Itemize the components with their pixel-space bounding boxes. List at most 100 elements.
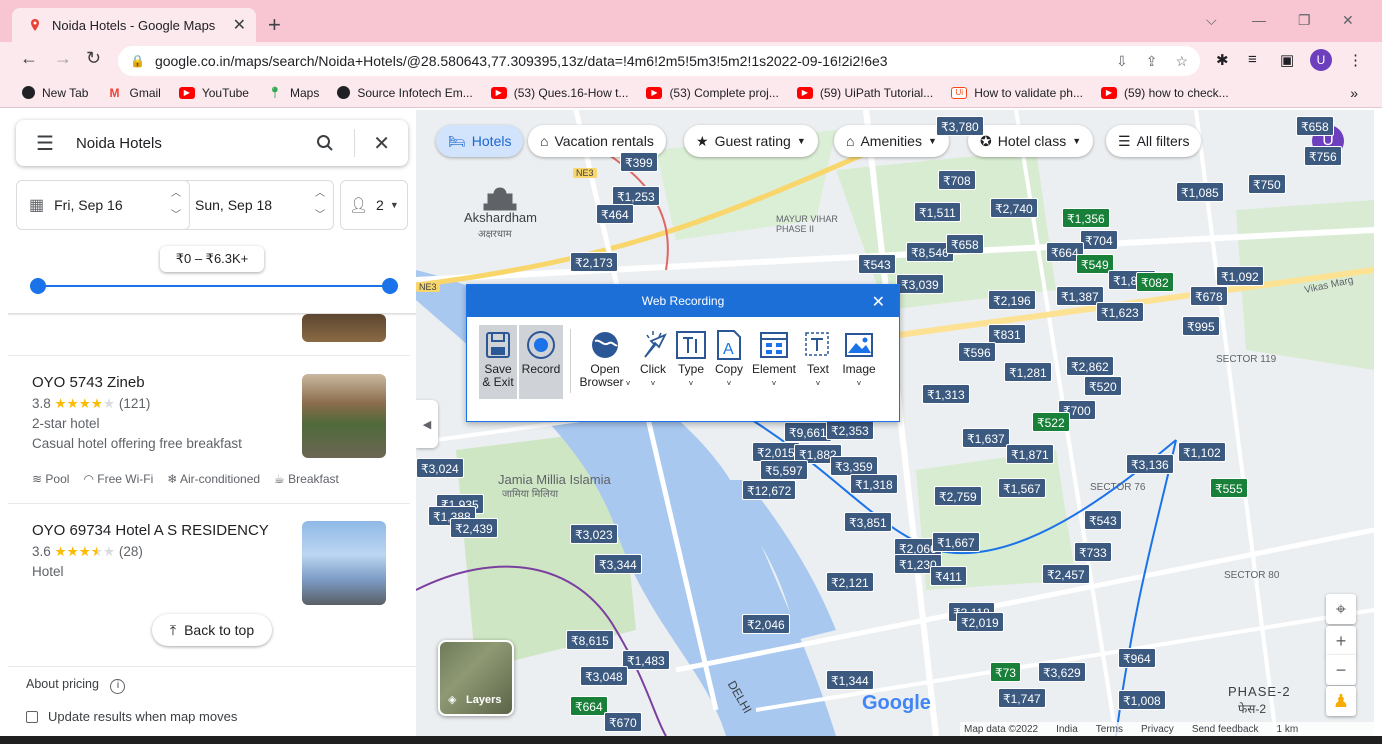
- map-canvas[interactable]: Akshardham अक्षरधाम Jamia Millia Islamia…: [416, 110, 1374, 736]
- price-pin[interactable]: ₹995: [1182, 316, 1220, 336]
- dialog-title-bar[interactable]: Web Recording: [467, 285, 899, 317]
- chevron-down-icon[interactable]: ﹀: [171, 207, 181, 225]
- price-pin[interactable]: ₹543: [1084, 510, 1122, 530]
- price-pin[interactable]: ₹831: [988, 324, 1026, 344]
- bookmark-item[interactable]: ▶ (53) Complete proj...: [646, 86, 779, 100]
- clear-search-icon[interactable]: ✕: [373, 131, 390, 156]
- price-pin[interactable]: ₹3,359: [830, 456, 878, 476]
- profile-avatar[interactable]: U: [1310, 49, 1332, 71]
- price-pin[interactable]: ₹3,024: [416, 458, 464, 478]
- open-browser-button[interactable]: Open Browser ˅: [579, 325, 631, 399]
- search-input[interactable]: Noida Hotels: [76, 135, 316, 152]
- price-pin[interactable]: ₹1,318: [850, 474, 898, 494]
- share-icon[interactable]: ⇪: [1146, 53, 1158, 70]
- price-pin[interactable]: ₹3,048: [580, 666, 628, 686]
- save-exit-button[interactable]: Save & Exit: [479, 325, 517, 399]
- guests-picker[interactable]: 👤︎ 2 ▼: [340, 180, 408, 230]
- chevron-down-icon[interactable]: ﹀: [315, 207, 325, 225]
- bookmark-item[interactable]: Ui How to validate ph...: [951, 86, 1083, 100]
- price-pin[interactable]: ₹964: [1118, 648, 1156, 668]
- region-link[interactable]: India: [1056, 724, 1078, 735]
- price-pin[interactable]: ₹3,023: [570, 524, 618, 544]
- price-pin[interactable]: ₹2,862: [1066, 356, 1114, 376]
- price-pin[interactable]: ₹3,780: [936, 116, 984, 136]
- price-pin[interactable]: ₹082: [1136, 272, 1174, 292]
- close-tab-icon[interactable]: ✕: [233, 15, 246, 35]
- price-pin[interactable]: ₹3,629: [1038, 662, 1086, 682]
- price-pin[interactable]: ₹1,092: [1216, 266, 1264, 286]
- checkin-date-picker[interactable]: ▦ Fri, Sep 16 ︿ ﹀: [16, 180, 190, 230]
- price-pin[interactable]: ₹1,253: [612, 186, 660, 206]
- price-pin[interactable]: ₹399: [620, 152, 658, 172]
- price-pin[interactable]: ₹1,871: [1006, 444, 1054, 464]
- price-pin[interactable]: ₹520: [1084, 376, 1122, 396]
- price-pin[interactable]: ₹411: [930, 566, 967, 586]
- price-pin[interactable]: ₹1,085: [1176, 182, 1224, 202]
- minimize-icon[interactable]: —: [1252, 12, 1266, 28]
- terms-link[interactable]: Terms: [1096, 724, 1123, 735]
- chevron-up-icon[interactable]: ︿: [315, 185, 325, 203]
- back-icon[interactable]: ←: [20, 48, 38, 69]
- copy-button[interactable]: A Copy ˅: [711, 325, 747, 399]
- filter-amenities-chip[interactable]: ⌂ Amenities ▼: [834, 125, 949, 157]
- extensions-icon[interactable]: ✱: [1216, 51, 1229, 69]
- image-button[interactable]: Image ˅: [839, 325, 879, 399]
- list-item[interactable]: OYO 5743 Zineb 3.8 ★★★★★ (121) 2-star ho…: [8, 356, 410, 504]
- search-box[interactable]: ☰ Noida Hotels ✕: [16, 120, 408, 166]
- price-pin[interactable]: ₹1,344: [826, 670, 874, 690]
- price-pin[interactable]: ₹678: [1190, 286, 1228, 306]
- price-pin[interactable]: ₹733: [1074, 542, 1112, 562]
- filter-hotel-class-chip[interactable]: ✪ Hotel class ▼: [968, 125, 1094, 157]
- my-location-button[interactable]: ⌖: [1326, 594, 1356, 624]
- price-pin[interactable]: ₹2,457: [1042, 564, 1090, 584]
- price-pin[interactable]: ₹658: [946, 234, 984, 254]
- price-pin[interactable]: ₹750: [1248, 174, 1286, 194]
- bookmark-item[interactable]: 📍︎ Maps: [267, 86, 319, 100]
- bookmark-item[interactable]: New Tab: [22, 86, 88, 100]
- price-pin[interactable]: ₹2,759: [934, 486, 982, 506]
- back-to-top-button[interactable]: ⤒ Back to top: [152, 614, 272, 646]
- price-pin[interactable]: ₹708: [938, 170, 976, 190]
- price-pin[interactable]: ₹596: [958, 342, 996, 362]
- privacy-link[interactable]: Privacy: [1141, 724, 1174, 735]
- restore-icon[interactable]: ❐: [1298, 12, 1311, 29]
- chevron-up-icon[interactable]: ︿: [171, 185, 181, 203]
- bookmark-item[interactable]: ▶ (59) how to check...: [1100, 86, 1229, 100]
- zoom-out-button[interactable]: −: [1326, 655, 1356, 685]
- price-pin[interactable]: ₹1,008: [1118, 690, 1166, 710]
- filter-hotels-chip[interactable]: 🛏︎ Hotels: [436, 125, 524, 157]
- all-filters-chip[interactable]: ☰ All filters: [1106, 125, 1202, 157]
- price-pin[interactable]: ₹1,281: [1004, 362, 1052, 382]
- browser-tab[interactable]: Noida Hotels - Google Maps ✕: [12, 8, 256, 42]
- price-pin[interactable]: ₹1,483: [622, 650, 670, 670]
- hotel-name[interactable]: OYO 5743 Zineb: [32, 374, 145, 391]
- price-pin[interactable]: ₹522: [1032, 412, 1070, 432]
- price-pin[interactable]: ₹1,623: [1096, 302, 1144, 322]
- tab-search-icon[interactable]: ⌵: [1206, 12, 1217, 29]
- price-pin[interactable]: ₹464: [596, 204, 634, 224]
- price-pin[interactable]: ₹2,173: [570, 252, 618, 272]
- bookmark-item[interactable]: ▶ (59) UiPath Tutorial...: [796, 86, 933, 100]
- reload-icon[interactable]: ↻: [86, 48, 101, 69]
- filter-guest-rating-chip[interactable]: ★ Guest rating ▼: [684, 125, 818, 157]
- street-view-button[interactable]: ♟: [1326, 686, 1356, 716]
- install-icon[interactable]: ⇩: [1116, 53, 1128, 70]
- price-pin[interactable]: ₹73: [990, 662, 1021, 682]
- list-item[interactable]: OYO 69734 Hotel A S RESIDENCY 3.6 ★★★★★ …: [8, 504, 410, 610]
- hotel-photo[interactable]: [302, 374, 386, 458]
- price-pin[interactable]: ₹1,667: [932, 532, 980, 552]
- zoom-in-button[interactable]: +: [1326, 626, 1356, 656]
- price-pin[interactable]: ₹3,136: [1126, 454, 1174, 474]
- hotel-name[interactable]: OYO 69734 Hotel A S RESIDENCY: [32, 522, 269, 539]
- slider-min-handle[interactable]: [30, 278, 46, 294]
- price-pin[interactable]: ₹3,039: [896, 274, 944, 294]
- price-pin[interactable]: ₹3,851: [844, 512, 892, 532]
- price-pin[interactable]: ₹664: [570, 696, 608, 716]
- text-button[interactable]: Text ˅: [801, 325, 835, 399]
- price-pin[interactable]: ₹704: [1080, 230, 1118, 250]
- price-pin[interactable]: ₹5,597: [760, 460, 808, 480]
- search-icon[interactable]: [316, 134, 334, 152]
- collapse-panel-button[interactable]: ◀: [416, 400, 438, 448]
- price-pin[interactable]: ₹1,356: [1062, 208, 1110, 228]
- price-pin[interactable]: ₹1,567: [998, 478, 1046, 498]
